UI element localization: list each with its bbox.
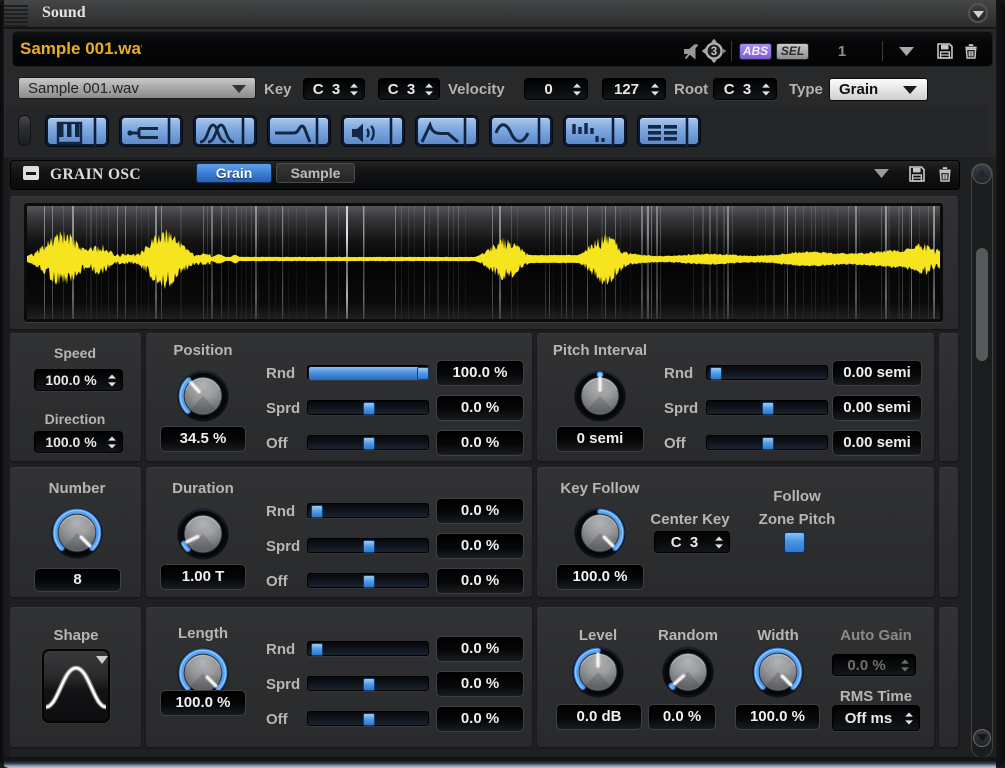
svg-text:3: 3 <box>711 46 717 58</box>
